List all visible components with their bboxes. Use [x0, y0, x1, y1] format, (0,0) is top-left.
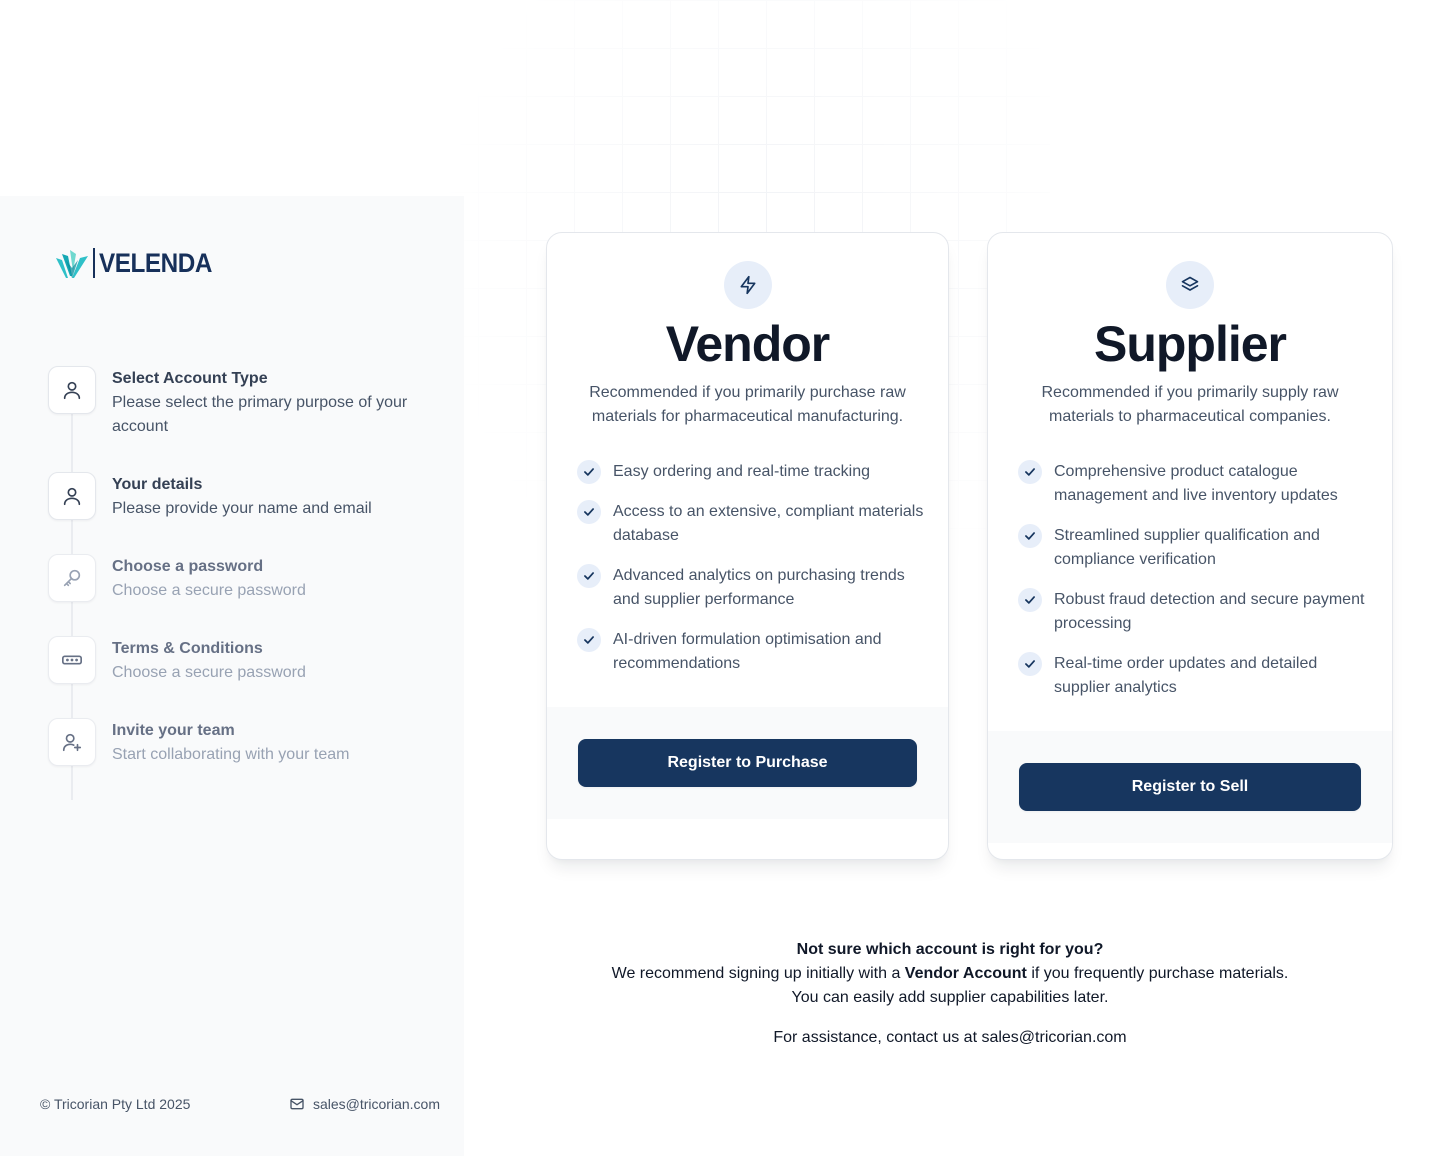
step-description: Choose a secure password	[112, 582, 306, 599]
step-terms-conditions[interactable]: Terms & Conditions Choose a secure passw…	[48, 636, 448, 718]
supplier-card: Supplier Recommended if you primarily su…	[987, 232, 1393, 860]
sidebar-footer: © Tricorian Pty Ltd 2025 sales@tricorian…	[40, 1096, 440, 1112]
check-icon	[577, 628, 601, 652]
check-icon	[1018, 652, 1042, 676]
step-description: Start collaborating with your team	[112, 746, 350, 763]
feature-item: Real-time order updates and detailed sup…	[1018, 652, 1368, 700]
step-title: Invite your team	[112, 722, 235, 739]
step-your-details[interactable]: Your details Please provide your name an…	[48, 472, 448, 554]
sidebar: VELENDA Select Account Type Please selec…	[0, 196, 464, 1156]
account-help-note: Not sure which account is right for you?…	[600, 938, 1300, 1050]
step-title: Select Account Type	[112, 370, 268, 387]
step-description: Choose a secure password	[112, 664, 306, 681]
check-icon	[1018, 460, 1042, 484]
feature-text: AI-driven formulation optimisation and r…	[613, 631, 882, 672]
mail-icon	[290, 1098, 304, 1110]
check-icon	[577, 564, 601, 588]
vendor-card: Vendor Recommended if you primarily purc…	[546, 232, 949, 860]
check-icon	[1018, 588, 1042, 612]
key-icon	[48, 554, 96, 602]
velenda-mark-icon	[56, 250, 88, 278]
feature-item: Easy ordering and real-time tracking	[577, 460, 924, 484]
assistance-text: For assistance, contact us at sales@tric…	[773, 1029, 1127, 1046]
copyright-text: © Tricorian Pty Ltd 2025	[40, 1096, 191, 1112]
vendor-title: Vendor	[665, 316, 830, 372]
feature-item: Advanced analytics on purchasing trends …	[577, 564, 924, 612]
user-icon	[48, 366, 96, 414]
signup-steps: Select Account Type Please select the pr…	[48, 366, 448, 800]
password-dots-icon	[48, 636, 96, 684]
check-icon	[577, 460, 601, 484]
help-text: We recommend signing up initially with a	[611, 965, 905, 982]
supplier-card-footer: Register to Sell	[988, 731, 1392, 843]
step-choose-password[interactable]: Choose a password Choose a secure passwo…	[48, 554, 448, 636]
vendor-card-footer: Register to Purchase	[547, 707, 948, 819]
help-recommendation: We recommend signing up initially with a…	[600, 962, 1300, 1010]
feature-item: Streamlined supplier qualification and c…	[1018, 524, 1368, 572]
feature-text: Robust fraud detection and secure paymen…	[1054, 591, 1365, 632]
brand-logo[interactable]: VELENDA	[54, 246, 225, 280]
layers-icon	[1166, 261, 1214, 309]
logo-divider	[93, 248, 95, 278]
feature-text: Easy ordering and real-time tracking	[613, 463, 871, 480]
footer-email: sales@tricorian.com	[312, 1096, 440, 1112]
feature-item: Access to an extensive, compliant materi…	[577, 500, 924, 548]
step-title: Terms & Conditions	[112, 640, 263, 657]
supplier-features: Comprehensive product catalogue manageme…	[1018, 460, 1368, 716]
help-emphasis: Vendor Account	[904, 965, 1027, 982]
help-question: Not sure which account is right for you?	[796, 941, 1104, 958]
step-description: Please select the primary purpose of you…	[112, 394, 408, 435]
feature-text: Streamlined supplier qualification and c…	[1054, 527, 1320, 568]
step-select-account-type[interactable]: Select Account Type Please select the pr…	[48, 366, 448, 472]
supplier-title: Supplier	[1093, 316, 1287, 372]
register-to-purchase-button[interactable]: Register to Purchase	[578, 739, 917, 787]
feature-text: Real-time order updates and detailed sup…	[1054, 655, 1318, 696]
step-title: Your details	[112, 476, 203, 493]
feature-text: Access to an extensive, compliant materi…	[613, 503, 924, 544]
supplier-subtitle: Recommended if you primarily supply raw …	[1041, 384, 1339, 425]
footer-email-link[interactable]: sales@tricorian.com	[289, 1096, 440, 1112]
feature-item: AI-driven formulation optimisation and r…	[577, 628, 924, 676]
feature-item: Comprehensive product catalogue manageme…	[1018, 460, 1368, 508]
brand-name: VELENDA	[99, 247, 212, 278]
vendor-features: Easy ordering and real-time tracking Acc…	[577, 460, 924, 692]
feature-text: Advanced analytics on purchasing trends …	[613, 567, 905, 608]
page: VELENDA Select Account Type Please selec…	[0, 0, 1440, 1156]
feature-item: Robust fraud detection and secure paymen…	[1018, 588, 1368, 636]
check-icon	[577, 500, 601, 524]
check-icon	[1018, 524, 1042, 548]
user-plus-icon	[48, 718, 96, 766]
register-to-sell-button[interactable]: Register to Sell	[1019, 763, 1361, 811]
step-invite-team[interactable]: Invite your team Start collaborating wit…	[48, 718, 448, 800]
lightning-icon	[723, 261, 772, 309]
step-title: Choose a password	[112, 558, 264, 575]
step-description: Please provide your name and email	[112, 500, 372, 517]
user-icon	[48, 472, 96, 520]
feature-text: Comprehensive product catalogue manageme…	[1054, 463, 1338, 504]
vendor-subtitle: Recommended if you primarily purchase ra…	[589, 384, 906, 425]
